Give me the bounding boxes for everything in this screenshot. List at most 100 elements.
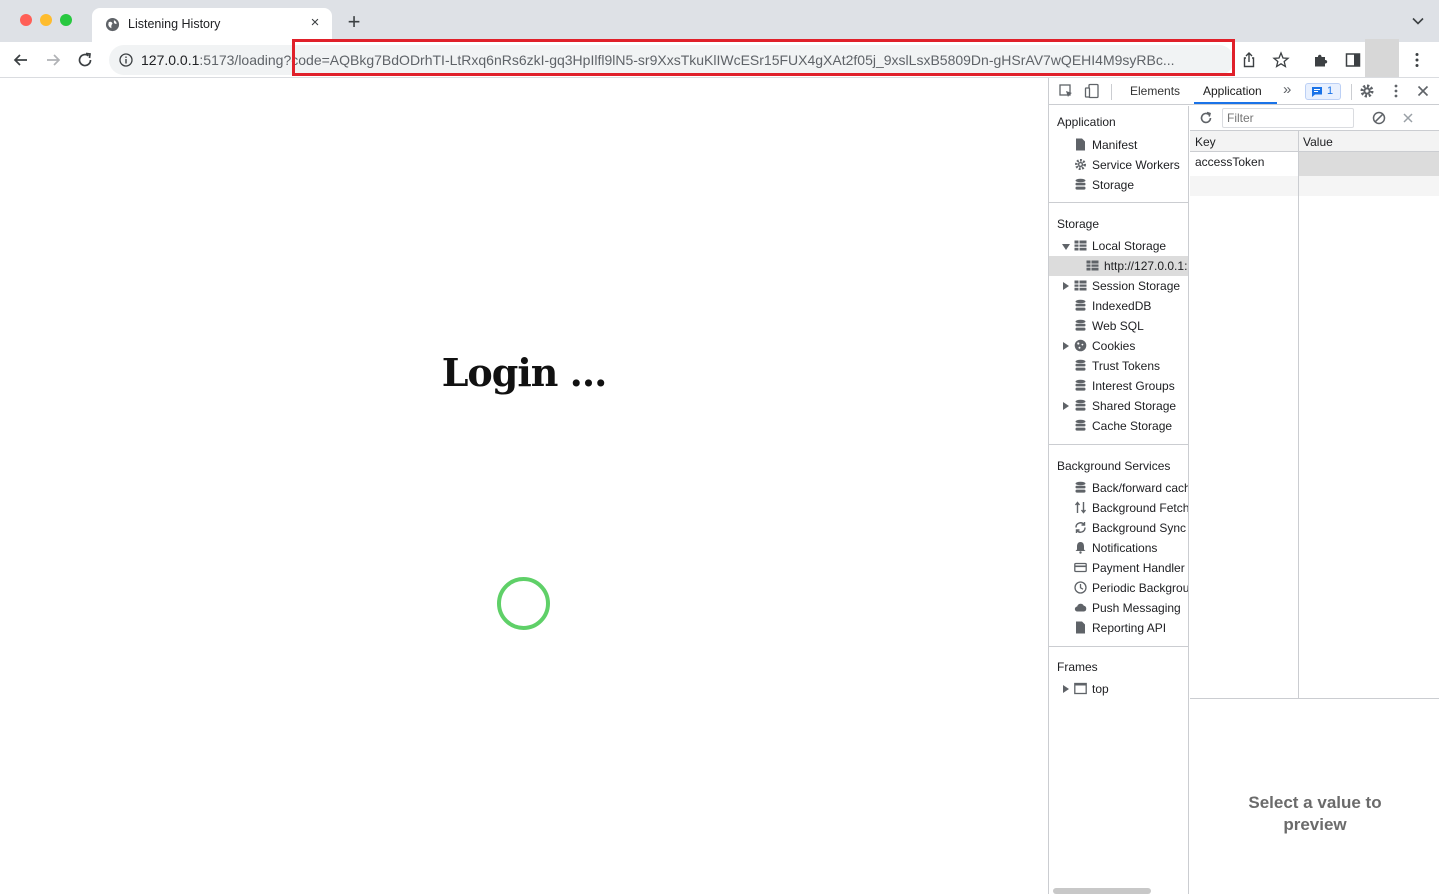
sidebar-scrollbar[interactable]: [1053, 888, 1151, 894]
delete-selected-icon[interactable]: [1401, 111, 1415, 125]
row-value[interactable]: [1299, 152, 1439, 176]
page-content: Login ...: [0, 78, 1048, 894]
table-icon: [1086, 260, 1099, 271]
profile-avatar[interactable]: [1365, 39, 1399, 77]
forward-arrow-icon[interactable]: [43, 50, 63, 70]
database-icon: [1075, 299, 1086, 311]
clock-icon: [1074, 581, 1087, 594]
storage-view: Key Value accessToken Select a value to …: [1190, 106, 1439, 894]
table-header: Key Value: [1190, 131, 1439, 152]
more-tabs-icon[interactable]: »: [1283, 81, 1291, 98]
sidebar-item-trust-tokens[interactable]: Trust Tokens: [1049, 356, 1188, 376]
toolbar-divider: [1111, 84, 1112, 100]
sidebar-item-service-workers[interactable]: Service Workers: [1049, 155, 1188, 175]
clear-all-icon[interactable]: [1372, 111, 1386, 125]
collapsed-arrow-icon[interactable]: [1063, 402, 1069, 410]
inspect-element-icon[interactable]: [1058, 83, 1074, 99]
issues-count: 1: [1327, 85, 1334, 97]
sidebar-item-notifications[interactable]: Notifications: [1049, 538, 1188, 558]
preview-placeholder: Select a value to preview: [1248, 793, 1382, 834]
sidebar-item-cache-storage[interactable]: Cache Storage: [1049, 416, 1188, 436]
gear-icon[interactable]: [1359, 83, 1375, 99]
collapsed-arrow-icon[interactable]: [1063, 282, 1069, 290]
new-tab-button[interactable]: +: [343, 11, 365, 34]
globe-icon: [105, 17, 120, 32]
column-header-value[interactable]: Value: [1303, 135, 1333, 149]
collapsed-arrow-icon[interactable]: [1063, 685, 1069, 693]
expanded-arrow-icon[interactable]: [1062, 244, 1070, 250]
url-text[interactable]: 127.0.0.1:5173/loading?code=AQBkg7BdODrh…: [141, 52, 1226, 68]
sidebar-item-frame-top[interactable]: top: [1049, 679, 1188, 699]
cloud-icon: [1074, 603, 1087, 612]
browser-tab[interactable]: Listening History ×: [92, 8, 332, 42]
database-icon: [1075, 419, 1086, 431]
tab-application[interactable]: Application: [1203, 84, 1262, 98]
close-window-button[interactable]: [20, 14, 32, 26]
sidebar-item-push-messaging[interactable]: Push Messaging: [1049, 598, 1188, 618]
storage-toolbar: [1190, 106, 1439, 131]
minimize-window-button[interactable]: [40, 14, 52, 26]
sidebar-item-payment-handler[interactable]: Payment Handler: [1049, 558, 1188, 578]
credit-card-icon: [1074, 562, 1087, 573]
sidebar-item-indexeddb[interactable]: IndexedDB: [1049, 296, 1188, 316]
value-preview-pane: Select a value to preview: [1190, 700, 1439, 894]
storage-table: Key Value accessToken: [1190, 131, 1439, 699]
back-arrow-icon[interactable]: [11, 50, 31, 70]
share-icon[interactable]: [1240, 51, 1258, 69]
kebab-menu-icon[interactable]: [1388, 83, 1404, 99]
database-icon: [1075, 399, 1086, 411]
refresh-icon[interactable]: [1199, 111, 1213, 125]
row-key[interactable]: accessToken: [1195, 155, 1264, 169]
sidebar-item-local-storage[interactable]: Local Storage: [1049, 236, 1188, 256]
side-panel-icon[interactable]: [1344, 51, 1362, 69]
zoom-window-button[interactable]: [60, 14, 72, 26]
column-divider[interactable]: [1298, 131, 1299, 699]
chevron-down-icon[interactable]: [1411, 14, 1425, 28]
section-title-background-services: Background Services: [1057, 459, 1171, 473]
database-icon: [1075, 379, 1086, 391]
close-tab-icon[interactable]: ×: [306, 14, 324, 32]
toolbar-divider: [1351, 84, 1352, 100]
device-toolbar-icon[interactable]: [1084, 83, 1100, 99]
filter-input[interactable]: [1222, 108, 1354, 128]
section-title-application: Application: [1057, 115, 1116, 129]
devtools-panel: Elements Application » 1 Application Man…: [1048, 78, 1439, 894]
url-host: 127.0.0.1: [141, 52, 200, 68]
address-bar[interactable]: 127.0.0.1:5173/loading?code=AQBkg7BdODrh…: [109, 45, 1234, 75]
sidebar-item-web-sql[interactable]: Web SQL: [1049, 316, 1188, 336]
sidebar-item-interest-groups[interactable]: Interest Groups: [1049, 376, 1188, 396]
close-icon[interactable]: [1415, 83, 1431, 99]
bookmark-star-icon[interactable]: [1272, 51, 1290, 69]
url-path: :5173/loading?code=AQBkg7BdODrhTI-LtRxq6…: [199, 52, 1175, 68]
active-tab-indicator: [1194, 102, 1277, 104]
table-row[interactable]: accessToken: [1190, 152, 1439, 176]
extensions-puzzle-icon[interactable]: [1312, 51, 1330, 69]
empty-row: [1190, 176, 1439, 196]
sidebar-item-periodic-background-sync[interactable]: Periodic Background Sync: [1049, 578, 1188, 598]
sidebar-item-cookies[interactable]: Cookies: [1049, 336, 1188, 356]
file-icon: [1076, 138, 1085, 151]
table-icon: [1074, 240, 1087, 251]
sidebar-item-shared-storage[interactable]: Shared Storage: [1049, 396, 1188, 416]
reload-icon[interactable]: [75, 50, 95, 70]
kebab-menu-icon[interactable]: [1408, 51, 1426, 69]
sidebar-item-back-forward-cache[interactable]: Back/forward cache: [1049, 478, 1188, 498]
sync-icon: [1075, 522, 1086, 533]
sidebar-item-local-origin[interactable]: http://127.0.0.1:5173: [1049, 256, 1188, 276]
column-header-key[interactable]: Key: [1195, 135, 1216, 149]
info-icon[interactable]: [119, 53, 133, 67]
sidebar-item-manifest[interactable]: Manifest: [1049, 135, 1188, 155]
section-title-storage: Storage: [1057, 217, 1100, 231]
cookie-icon: [1074, 339, 1087, 352]
sidebar-item-storage-overview[interactable]: Storage: [1049, 175, 1188, 195]
sidebar-item-background-fetch[interactable]: Background Fetch: [1049, 498, 1188, 518]
sidebar-item-background-sync[interactable]: Background Sync: [1049, 518, 1188, 538]
sidebar-item-reporting-api[interactable]: Reporting API: [1049, 618, 1188, 638]
collapsed-arrow-icon[interactable]: [1063, 342, 1069, 350]
issues-badge[interactable]: 1: [1305, 83, 1341, 100]
frame-icon: [1074, 682, 1087, 695]
sidebar-item-session-storage[interactable]: Session Storage: [1049, 276, 1188, 296]
message-icon: [1312, 87, 1322, 97]
page-heading: Login ...: [441, 350, 608, 395]
tab-elements[interactable]: Elements: [1130, 84, 1180, 98]
